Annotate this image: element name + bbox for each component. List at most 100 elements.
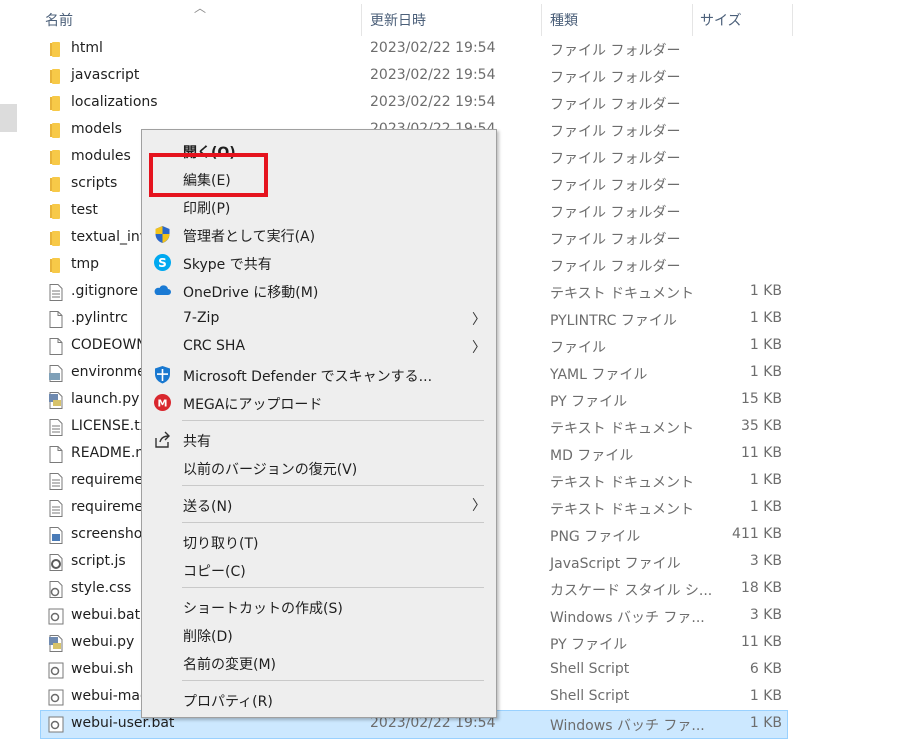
file-name: requireme [71, 472, 144, 488]
batch-file-icon [48, 716, 64, 733]
file-type: テキスト ドキュメント [550, 421, 695, 437]
file-name: tmp [71, 256, 100, 272]
file-type: PY ファイル [550, 637, 628, 653]
text-file-icon [48, 473, 64, 490]
column-divider[interactable] [792, 4, 793, 36]
file-name: .pylintrc [71, 310, 128, 326]
context-menu-item[interactable]: 名前の変更(M) [142, 649, 496, 676]
menu-separator [182, 587, 484, 588]
file-name: webui.sh [71, 661, 134, 677]
file-name: webui.bat [71, 607, 141, 623]
svg-text:M: M [158, 399, 168, 410]
column-header-type[interactable]: 種類 [550, 10, 578, 30]
text-file-icon [48, 500, 64, 517]
file-type: PY ファイル [550, 394, 628, 410]
context-menu-label: CRC SHA [183, 338, 246, 354]
folder-icon [48, 41, 64, 58]
image-file-icon [48, 527, 64, 544]
context-menu-item[interactable]: 7-Zip 〉 [142, 305, 496, 332]
context-menu-item[interactable]: ショートカットの作成(S) [142, 593, 496, 620]
column-header-name[interactable]: 名前 [45, 10, 73, 30]
column-header-size[interactable]: サイズ [700, 10, 742, 30]
context-menu-label: ショートカットの作成(S) [183, 601, 343, 617]
file-name: localizations [71, 94, 158, 110]
file-name: textual_inv [71, 229, 149, 245]
folder-icon [48, 68, 64, 85]
file-type: ファイル フォルダー [550, 151, 681, 167]
file-type: ファイル [550, 340, 606, 356]
context-menu-item[interactable]: プロパティ(R) [142, 686, 496, 713]
file-size: 11 KB [740, 445, 782, 461]
context-menu-label: 以前のバージョンの復元(V) [183, 462, 358, 478]
chevron-right-icon: 〉 [472, 498, 486, 514]
share-icon [153, 430, 172, 449]
file-type: ファイル フォルダー [550, 232, 681, 248]
context-menu-item[interactable]: OneDrive に移動(M) [142, 277, 496, 304]
context-menu-item[interactable]: Microsoft Defender でスキャンする... [142, 361, 496, 388]
file-name: LICENSE.tx [71, 418, 148, 434]
context-menu-item[interactable]: コピー(C) [142, 556, 496, 583]
file-name: scripts [71, 175, 118, 191]
file-type: YAML ファイル [550, 367, 648, 383]
file-type: ファイル フォルダー [550, 124, 681, 140]
context-menu-item[interactable]: M MEGAにアップロード [142, 389, 496, 416]
context-menu-item[interactable]: 共有 [142, 426, 496, 453]
file-name: CODEOWN [71, 337, 147, 353]
chevron-right-icon: 〉 [472, 312, 486, 328]
file-size: 1 KB [749, 472, 782, 488]
context-menu-label: 印刷(P) [183, 201, 231, 217]
menu-separator [182, 485, 484, 486]
column-divider[interactable] [541, 4, 542, 36]
file-name: webui-mac [71, 688, 148, 704]
file-name: test [71, 202, 98, 218]
column-divider[interactable] [692, 4, 693, 36]
context-menu-label: OneDrive に移動(M) [183, 285, 319, 301]
context-menu-label: 7-Zip [183, 310, 220, 326]
file-size: 35 KB [740, 418, 782, 434]
file-size: 1 KB [749, 364, 782, 380]
file-row[interactable]: html 2023/02/22 19:54 ファイル フォルダー [41, 36, 787, 63]
column-divider[interactable] [361, 4, 362, 36]
menu-separator [182, 420, 484, 421]
file-type: テキスト ドキュメント [550, 286, 695, 302]
chevron-right-icon: 〉 [472, 340, 486, 356]
context-menu-item[interactable]: S Skype で共有 [142, 249, 496, 276]
file-type: テキスト ドキュメント [550, 502, 695, 518]
file-name: style.css [71, 580, 132, 596]
context-menu-item[interactable]: 削除(D) [142, 621, 496, 648]
file-name: .gitignore [71, 283, 138, 299]
python-file-icon [48, 392, 64, 409]
file-size: 15 KB [740, 391, 782, 407]
skype-icon: S [153, 253, 172, 272]
file-name: requireme [71, 499, 144, 515]
file-type: ファイル フォルダー [550, 43, 681, 59]
file-row[interactable]: javascript 2023/02/22 19:54 ファイル フォルダー [41, 63, 787, 90]
file-type: ファイル フォルダー [550, 97, 681, 113]
file-date: 2023/02/22 19:54 [370, 94, 496, 110]
file-size: 1 KB [749, 310, 782, 326]
folder-icon [48, 149, 64, 166]
context-menu-item[interactable]: 印刷(P) [142, 193, 496, 220]
batch-file-icon [48, 608, 64, 625]
context-menu-item[interactable]: 管理者として実行(A) [142, 221, 496, 248]
file-size: 1 KB [749, 283, 782, 299]
context-menu-item[interactable]: 送る(N) 〉 [142, 491, 496, 518]
column-header-date[interactable]: 更新日時 [370, 10, 426, 30]
file-type: JavaScript ファイル [550, 556, 681, 572]
folder-icon [48, 230, 64, 247]
file-type: MD ファイル [550, 448, 634, 464]
scrollbar-thumb[interactable] [0, 104, 17, 132]
folder-icon [48, 122, 64, 139]
context-menu-item[interactable]: 以前のバージョンの復元(V) [142, 454, 496, 481]
file-type: Shell Script [550, 688, 630, 704]
context-menu-item[interactable]: 切り取り(T) [142, 528, 496, 555]
context-menu-label: MEGAにアップロード [183, 397, 323, 413]
context-menu-item[interactable]: CRC SHA 〉 [142, 333, 496, 360]
file-type: Windows バッチ ファ... [550, 718, 705, 734]
context-menu-label: 管理者として実行(A) [183, 229, 316, 245]
file-size: 1 KB [749, 499, 782, 515]
file-type: カスケード スタイル シ... [550, 583, 713, 599]
file-row[interactable]: localizations 2023/02/22 19:54 ファイル フォルダー [41, 90, 787, 117]
uac-shield-icon [153, 225, 172, 244]
file-type: ファイル フォルダー [550, 178, 681, 194]
